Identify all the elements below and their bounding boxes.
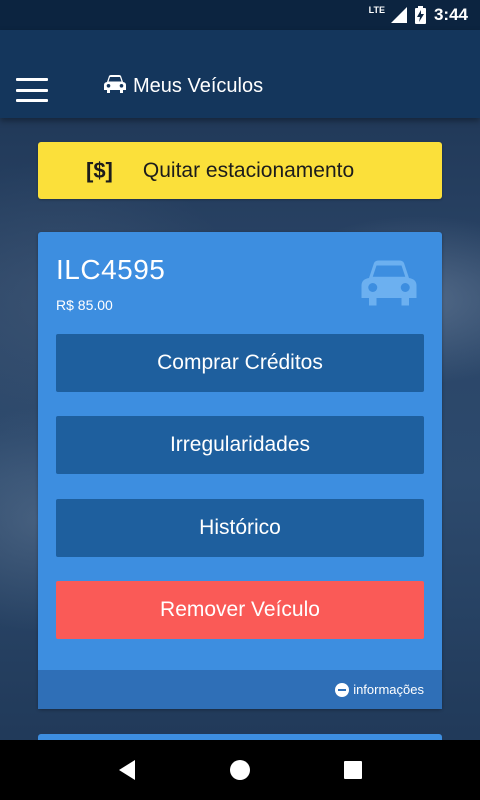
- buy-credits-button[interactable]: Comprar Créditos: [56, 334, 424, 392]
- recents-icon[interactable]: [333, 750, 373, 790]
- page-title: Meus Veículos: [133, 75, 264, 97]
- status-time: 3:44: [433, 5, 468, 24]
- battery-icon: [414, 6, 426, 24]
- minus-circle-icon: [335, 682, 350, 697]
- network-type: LTE: [368, 5, 385, 15]
- home-icon[interactable]: [220, 750, 260, 790]
- history-button[interactable]: Histórico: [56, 499, 424, 557]
- signal-icon: [390, 7, 407, 23]
- system-nav-bar: [0, 740, 480, 800]
- car-icon: [103, 74, 133, 99]
- status-bar: LTE 3:44: [0, 0, 480, 30]
- vehicle-balance: R$ 85.00: [56, 297, 113, 313]
- car-icon: [358, 258, 420, 313]
- hamburger-icon[interactable]: [16, 78, 50, 102]
- pay-parking-label: Quitar estacionamento: [142, 158, 355, 182]
- info-label: informações: [353, 682, 424, 697]
- info-toggle[interactable]: informações: [38, 670, 442, 709]
- page-title-group: Meus Veículos: [103, 74, 263, 99]
- irregularities-button[interactable]: Irregularidades: [56, 416, 424, 474]
- remove-vehicle-button[interactable]: Remover Veículo: [56, 581, 424, 639]
- vehicle-card: ILC4595 R$ 85.00 Comprar Créditos Irregu…: [38, 232, 442, 709]
- back-icon[interactable]: [107, 750, 147, 790]
- vehicle-plate: ILC4595: [56, 254, 166, 285]
- pay-parking-button[interactable]: [$] Quitar estacionamento: [38, 142, 442, 199]
- dollar-icon: [$]: [86, 157, 113, 183]
- app-bar: Meus Veículos: [0, 30, 480, 118]
